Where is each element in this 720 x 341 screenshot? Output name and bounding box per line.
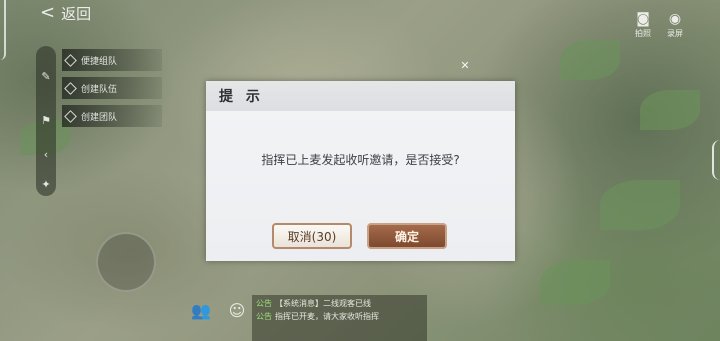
record-label: 录屏 [667, 29, 683, 38]
friends-icon[interactable]: 👥 [190, 300, 212, 322]
dialog-title: 提 示 [206, 81, 515, 111]
chat-line: 公告 指挥已开麦，请大家收听指挥 [256, 312, 379, 321]
left-toolbar: ✎ ⚑ ‹ ✦ [36, 46, 56, 196]
chat-line: 公告 【系统消息】二线观客已线 [256, 299, 371, 308]
team-menu-item-quick[interactable]: 便捷组队 [62, 49, 162, 71]
team-menu-label: 创建队伍 [81, 84, 118, 95]
team-menu: 便捷组队 创建队伍 创建团队 [62, 49, 162, 133]
bottom-icons: 👥 ☺ [190, 300, 248, 322]
voice-icon[interactable]: ☺ [226, 300, 248, 322]
left-edge-handle[interactable] [0, 0, 6, 60]
camera-icon: ◙ [636, 11, 650, 27]
diamond-icon [64, 81, 77, 95]
team-menu-item-create-party[interactable]: 创建队伍 [62, 77, 162, 99]
chevron-left-icon: < [40, 2, 56, 23]
back-button[interactable]: < 返回 [40, 3, 91, 23]
flag-icon[interactable]: ⚑ [39, 114, 53, 128]
chat-panel[interactable]: 公告 【系统消息】二线观客已线 公告 指挥已开麦，请大家收听指挥 [252, 295, 427, 341]
compass-icon[interactable]: ✦ [39, 178, 53, 192]
confirm-button[interactable]: 确定 [367, 223, 447, 249]
wrench-icon[interactable]: ✎ [39, 70, 53, 84]
team-menu-item-create-group[interactable]: 创建团队 [62, 105, 162, 127]
collapse-icon[interactable]: ‹ [39, 148, 53, 162]
team-menu-label: 便捷组队 [81, 56, 118, 67]
camera-label: 拍照 [635, 29, 651, 38]
record-icon: ◉ [668, 11, 682, 27]
back-label: 返回 [61, 4, 92, 23]
camera-button[interactable]: ◙ 拍照 [634, 10, 652, 39]
dialog-message: 指挥已上麦发起收听邀请，是否接受? [261, 153, 460, 167]
right-edge-handle[interactable] [712, 140, 720, 180]
team-menu-label: 创建团队 [81, 112, 118, 123]
diamond-icon [64, 109, 77, 123]
movement-joystick[interactable] [96, 232, 156, 292]
close-icon[interactable]: ✕ [459, 60, 471, 72]
invite-dialog: 提 示 指挥已上麦发起收听邀请，是否接受? 取消(30) 确定 [206, 81, 515, 261]
cancel-button[interactable]: 取消(30) [272, 223, 352, 249]
top-right-tools: ◙ 拍照 ◉ 录屏 [634, 10, 684, 39]
record-button[interactable]: ◉ 录屏 [666, 10, 684, 39]
diamond-icon [64, 53, 77, 67]
